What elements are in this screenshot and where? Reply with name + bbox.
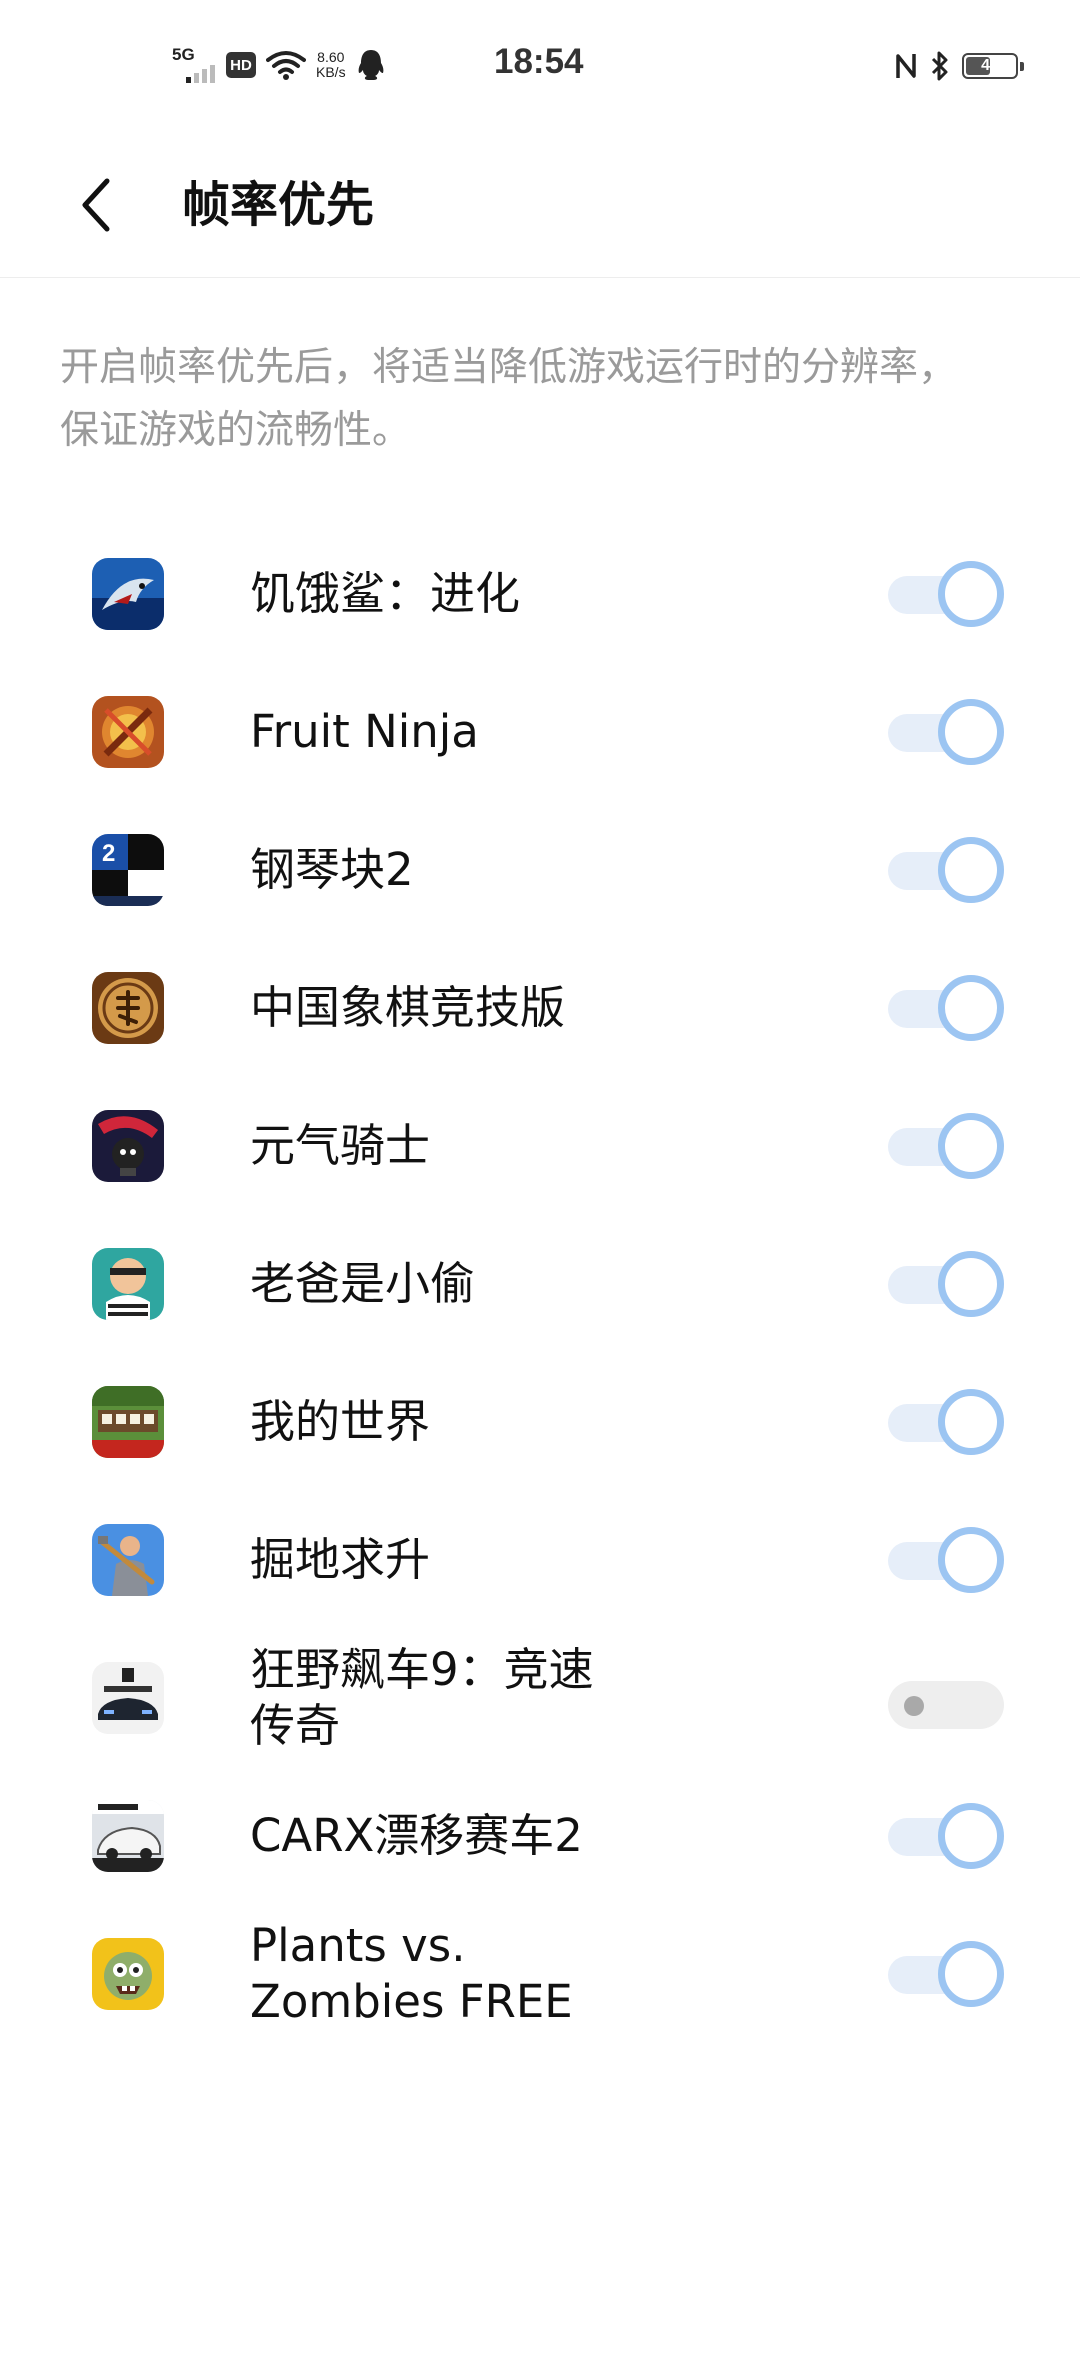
- toggle-switch[interactable]: [888, 1803, 1004, 1869]
- network-type-label: 5G: [172, 45, 195, 64]
- qq-notification-icon: [358, 50, 383, 80]
- game-list: 饥饿鲨：进化 Fruit Ninja 2 钢琴块2 中国象棋竞技版 元气骑士 老…: [0, 525, 1080, 2043]
- hd-voice-icon: HD: [226, 52, 256, 78]
- app-header: 帧率优先: [0, 130, 1080, 278]
- chinese-chess-icon: [92, 972, 164, 1044]
- hungry-shark-icon: [92, 558, 164, 630]
- list-item: Fruit Ninja: [0, 663, 1080, 801]
- nfc-icon: [896, 54, 916, 78]
- network-speed-unit: KB/s: [316, 64, 346, 80]
- game-name: 掘地求升: [250, 1533, 431, 1586]
- svg-text:2: 2: [102, 840, 115, 867]
- carx-drift-icon: [92, 1800, 164, 1872]
- minecraft-icon: [92, 1386, 164, 1458]
- piano-tiles-icon: 2: [92, 834, 164, 906]
- status-left-icons: 5G HD 8.60 KB/s: [172, 40, 386, 90]
- getting-over-it-icon: [92, 1524, 164, 1596]
- status-bar: 5G HD 8.60 KB/s 18:54 46: [0, 0, 1080, 130]
- status-right-icons: 46: [894, 46, 1024, 86]
- back-button[interactable]: [62, 170, 132, 240]
- list-item: 狂野飙车9：竞速传奇: [0, 1629, 1080, 1767]
- list-item: 饥饿鲨：进化: [0, 525, 1080, 663]
- list-item: 掘地求升: [0, 1491, 1080, 1629]
- game-name: 钢琴块2: [250, 843, 414, 896]
- battery-icon: 46: [962, 53, 1024, 79]
- toggle-switch[interactable]: [888, 1113, 1004, 1179]
- list-item: Plants vs. Zombies FREE: [0, 1905, 1080, 2043]
- cellular-signal-icon: 5G: [172, 43, 216, 87]
- robbery-bob-icon: [92, 1248, 164, 1320]
- fruit-ninja-icon: [92, 696, 164, 768]
- toggle-switch[interactable]: [888, 1669, 1004, 1729]
- toggle-switch[interactable]: [888, 1941, 1004, 2007]
- toggle-switch[interactable]: [888, 561, 1004, 627]
- game-name: 元气骑士: [250, 1119, 431, 1172]
- game-name: CARX漂移赛车2: [250, 1809, 583, 1862]
- game-name: Fruit Ninja: [250, 705, 479, 758]
- network-speed-value: 8.60: [317, 49, 345, 65]
- wifi-icon: [266, 51, 306, 80]
- list-item: 中国象棋竞技版: [0, 939, 1080, 1077]
- list-item: 我的世界: [0, 1353, 1080, 1491]
- battery-level: 46: [981, 57, 999, 74]
- soul-knight-icon: [92, 1110, 164, 1182]
- toggle-switch[interactable]: [888, 1389, 1004, 1455]
- toggle-switch[interactable]: [888, 837, 1004, 903]
- list-item: 2 钢琴块2: [0, 801, 1080, 939]
- frame-rate-description: 开启帧率优先后，将适当降低游戏运行时的分辨率，保证游戏的流畅性。: [60, 345, 958, 453]
- list-item: 老爸是小偷: [0, 1215, 1080, 1353]
- clock: 18:54: [494, 42, 584, 81]
- game-name: 我的世界: [250, 1395, 431, 1448]
- plants-vs-zombies-icon: [92, 1938, 164, 2010]
- toggle-switch[interactable]: [888, 699, 1004, 765]
- toggle-switch[interactable]: [888, 1251, 1004, 1317]
- game-name: 狂野飙车9：竞速传奇: [250, 1643, 594, 1752]
- network-speed: 8.60 KB/s: [316, 50, 346, 80]
- game-name: 中国象棋竞技版: [250, 981, 566, 1034]
- toggle-switch[interactable]: [888, 1527, 1004, 1593]
- asphalt-9-icon: [92, 1662, 164, 1734]
- page-title: 帧率优先: [182, 177, 375, 233]
- list-item: CARX漂移赛车2: [0, 1767, 1080, 1905]
- bluetooth-icon: [931, 51, 948, 81]
- game-name: Plants vs. Zombies FREE: [250, 1919, 573, 2028]
- game-name: 老爸是小偷: [250, 1257, 476, 1310]
- game-name: 饥饿鲨：进化: [250, 567, 521, 620]
- toggle-switch[interactable]: [888, 975, 1004, 1041]
- chevron-left-icon: [82, 178, 110, 232]
- list-item: 元气骑士: [0, 1077, 1080, 1215]
